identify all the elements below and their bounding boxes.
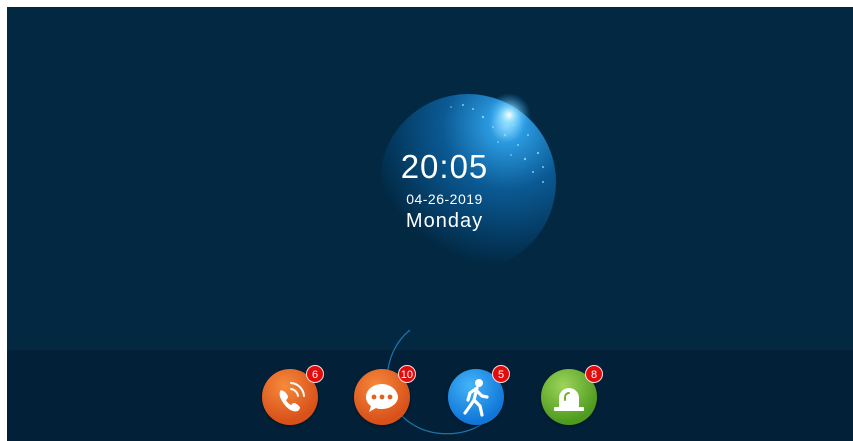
alarm-badge: 8 [585, 365, 603, 383]
call-log-badge: 6 [306, 365, 324, 383]
messages-badge: 10 [397, 365, 416, 383]
call-log-button[interactable]: 6 [262, 365, 324, 425]
messages-button[interactable]: 10 [354, 365, 416, 425]
home-screen: 20:05 04-26-2019 Monday [7, 7, 853, 441]
motion-detection-button[interactable]: 5 [448, 365, 510, 425]
alarm-button[interactable]: 8 [541, 365, 603, 425]
clock-widget: 20:05 04-26-2019 Monday [347, 148, 542, 233]
clock-date: 04-26-2019 [406, 191, 483, 207]
clock-weekday: Monday [405, 210, 484, 232]
motion-detection-badge: 5 [492, 365, 510, 383]
clock-time: 20:05 [400, 148, 489, 185]
